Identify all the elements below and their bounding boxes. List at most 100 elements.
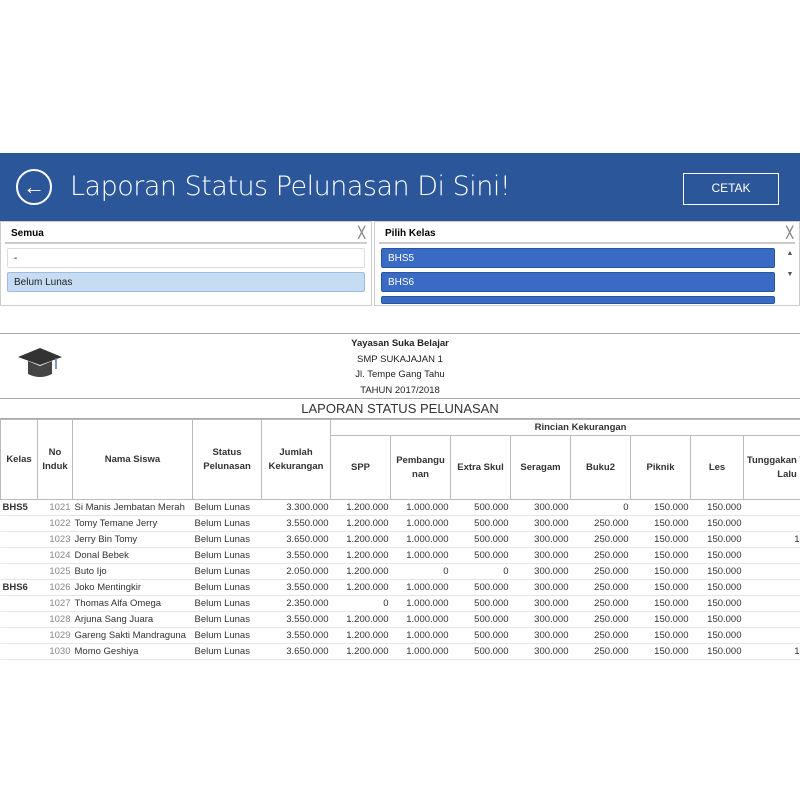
table-cell: 0 xyxy=(743,595,800,612)
arrow-left-circle-icon: ← xyxy=(23,174,45,199)
table-cell: 0 xyxy=(390,563,451,580)
table-cell: 1.200.000 xyxy=(330,579,391,596)
table-cell: 300.000 xyxy=(510,547,571,564)
table-cell: 500.000 xyxy=(450,515,511,532)
slicer-title: Pilih Kelas xyxy=(385,228,436,239)
table-cell: 0 xyxy=(570,499,631,516)
table-cell: BHS5 xyxy=(0,499,38,516)
table-cell: 1.000.000 xyxy=(390,515,451,532)
table-cell xyxy=(0,595,38,612)
clear-filter-icon[interactable]: ╳ xyxy=(786,226,793,239)
page-title: Laporan Status Pelunasan Di Sini! xyxy=(70,171,511,202)
table-cell: 500.000 xyxy=(450,579,511,596)
table-cell: 250.000 xyxy=(570,579,631,596)
column-header: SPP xyxy=(330,435,391,500)
table-cell: 500.000 xyxy=(450,499,511,516)
table-cell: 1.000.000 xyxy=(390,499,451,516)
table-cell: Belum Lunas xyxy=(192,515,262,532)
table-cell: Belum Lunas xyxy=(192,643,262,660)
table-cell: 1.000.000 xyxy=(390,627,451,644)
table-cell: 3.550.000 xyxy=(261,579,331,596)
report-table: Kelas No Induk Nama Siswa Status Pelunasan J… xyxy=(0,419,800,660)
column-header: Status Pelunasan xyxy=(192,419,262,500)
table-cell: 150.000 xyxy=(690,627,744,644)
status-slicer: Semua ╳ - Belum Lunas xyxy=(0,221,372,306)
table-cell: 250.000 xyxy=(570,627,631,644)
table-cell: 1.200.000 xyxy=(330,515,391,532)
table-cell: 150.000 xyxy=(690,611,744,628)
scrollbar[interactable]: ▲ ▼ xyxy=(785,250,795,300)
table-cell: 1021 xyxy=(37,499,73,516)
slicer-item[interactable]: Belum Lunas xyxy=(7,272,365,292)
table-cell: 150.000 xyxy=(690,579,744,596)
table-cell: 150.000 xyxy=(630,515,691,532)
table-cell: 1023 xyxy=(37,531,73,548)
table-cell: 300.000 xyxy=(510,579,571,596)
org-name: Yayasan Suka Belajar xyxy=(351,338,449,349)
back-button[interactable]: ← xyxy=(16,169,52,205)
print-button[interactable]: CETAK xyxy=(683,173,779,205)
table-row: 1025 Buto Ijo Belum Lunas 2.050.000 1.200.00… xyxy=(0,563,800,580)
slicer-item[interactable]: - xyxy=(7,248,365,268)
clear-filter-icon[interactable]: ╳ xyxy=(358,226,365,239)
table-cell: Gareng Sakti Mandraguna xyxy=(72,627,193,644)
table-cell: 300.000 xyxy=(510,563,571,580)
table-cell: 150.000 xyxy=(690,563,744,580)
table-cell: 100.000 xyxy=(743,531,800,548)
table-cell: 150.000 xyxy=(630,579,691,596)
table-cell: 500.000 xyxy=(450,643,511,660)
table-cell: Belum Lunas xyxy=(192,611,262,628)
column-header: Pembangu nan xyxy=(390,435,451,500)
table-cell: 0 xyxy=(743,611,800,628)
table-cell: Buto Ijo xyxy=(72,563,193,580)
table-cell: 1.000.000 xyxy=(390,531,451,548)
table-cell: 300.000 xyxy=(510,595,571,612)
table-cell: 150.000 xyxy=(630,627,691,644)
table-cell: 1024 xyxy=(37,547,73,564)
table-cell: Donal Bebek xyxy=(72,547,193,564)
table-cell: 1.000.000 xyxy=(390,579,451,596)
table-cell: 150.000 xyxy=(630,499,691,516)
table-cell: 300.000 xyxy=(510,627,571,644)
slicer-item[interactable]: BHS5 xyxy=(381,248,775,268)
table-cell: 3.300.000 xyxy=(261,499,331,516)
table-cell: 150.000 xyxy=(630,611,691,628)
table-cell: 1027 xyxy=(37,595,73,612)
table-cell: Belum Lunas xyxy=(192,563,262,580)
table-cell: 3.650.000 xyxy=(261,643,331,660)
table-cell: 300.000 xyxy=(510,643,571,660)
slicer-item[interactable] xyxy=(381,296,775,304)
table-cell: 0 xyxy=(743,515,800,532)
table-cell: 300.000 xyxy=(510,531,571,548)
table-cell: 150.000 xyxy=(690,643,744,660)
table-cell: 1.000.000 xyxy=(390,547,451,564)
column-header: Seragam xyxy=(510,435,571,500)
table-cell: Thomas Alfa Omega xyxy=(72,595,193,612)
slicer-item[interactable]: BHS6 xyxy=(381,272,775,292)
table-cell: 0 xyxy=(330,595,391,612)
table-row: BHS5 1021 Si Manis Jembatan Merah Belum Lun… xyxy=(0,499,800,516)
table-cell: 1026 xyxy=(37,579,73,596)
table-cell: Momo Geshiya xyxy=(72,643,193,660)
table-cell: Belum Lunas xyxy=(192,499,262,516)
table-cell: 250.000 xyxy=(570,531,631,548)
column-header: Extra Skul xyxy=(450,435,511,500)
table-cell: Belum Lunas xyxy=(192,547,262,564)
table-cell: 0 xyxy=(743,499,800,516)
table-cell: 1028 xyxy=(37,611,73,628)
table-cell: 1029 xyxy=(37,627,73,644)
school-year: TAHUN 2017/2018 xyxy=(360,384,440,396)
table-cell xyxy=(0,611,38,628)
table-cell: 0 xyxy=(743,547,800,564)
table-cell: 1.000.000 xyxy=(390,643,451,660)
table-cell: 1022 xyxy=(37,515,73,532)
table-cell: 150.000 xyxy=(690,531,744,548)
table-cell: 0 xyxy=(743,579,800,596)
column-header: Kelas xyxy=(0,419,38,500)
table-cell: 250.000 xyxy=(570,563,631,580)
school-name: SMP SUKAJAJAN 1 xyxy=(357,353,443,365)
table-cell: 1.200.000 xyxy=(330,643,391,660)
table-cell: 0 xyxy=(743,627,800,644)
table-cell: 1.000.000 xyxy=(390,611,451,628)
table-cell: 250.000 xyxy=(570,547,631,564)
